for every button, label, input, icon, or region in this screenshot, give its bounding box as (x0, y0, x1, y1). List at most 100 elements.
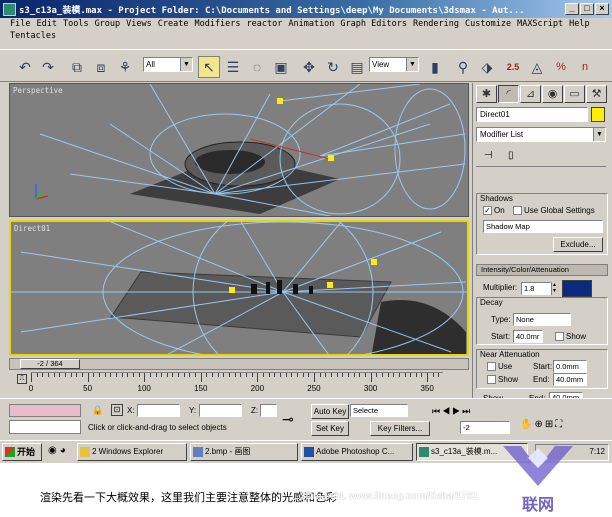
y-coord-field[interactable] (199, 404, 242, 417)
taskbar-item[interactable]: 2 Windows Explorer (77, 443, 187, 461)
rectangular-selection-icon[interactable]: ◌ (246, 56, 268, 78)
angle-snap-icon[interactable]: ◬ (526, 56, 548, 78)
perspective-viewport[interactable]: Perspective (9, 83, 469, 217)
start-button[interactable]: 开始 (2, 443, 42, 461)
show-end-result-icon[interactable]: ▯ (508, 150, 514, 161)
select-manipulate-icon[interactable]: ⚲ (452, 56, 474, 78)
scale-icon[interactable]: ▤ (346, 56, 368, 78)
near-start-field[interactable]: 0.0mm (553, 360, 587, 373)
hierarchy-tab-icon[interactable]: ⊿ (520, 85, 541, 103)
menu-item-group[interactable]: Group (95, 18, 121, 30)
rotate-icon[interactable]: ↻ (322, 56, 344, 78)
maximize-button[interactable]: □ (580, 3, 594, 15)
close-button[interactable]: × (595, 3, 609, 15)
perspective-scene (35, 84, 466, 216)
taskbar-item[interactable]: 2.bmp - 画图 (190, 443, 298, 461)
motion-tab-icon[interactable]: ◉ (542, 85, 563, 103)
near-end-field[interactable]: 40.0mm (553, 373, 587, 386)
perspective-viewport-label[interactable]: Perspective (13, 86, 63, 95)
time-slider[interactable]: -2 / 364 (9, 358, 469, 370)
modifier-list-dropdown[interactable]: Modifier List ▼ (476, 127, 606, 142)
menu-item-maxscript[interactable]: MAXScript (517, 18, 563, 30)
reference-coord-dropdown[interactable]: View ▼ (369, 57, 419, 72)
set-key-button[interactable]: Set Key (311, 421, 349, 436)
lock-selection-icon[interactable]: 🔒 (92, 405, 103, 416)
create-tab-icon[interactable]: ✱ (476, 85, 497, 103)
menu-item-tools[interactable]: Tools (63, 18, 89, 30)
light-color-swatch[interactable] (562, 280, 592, 297)
move-icon[interactable]: ✥ (298, 56, 320, 78)
quick-launch-icons[interactable]: ◉◕ (48, 445, 69, 456)
taskbar-item[interactable]: Adobe Photoshop C... (301, 443, 413, 461)
menu-item-animation[interactable]: Animation (288, 18, 334, 30)
shadows-on-label: On (494, 206, 505, 215)
menu-item-create[interactable]: Create (158, 18, 189, 30)
window-crossing-icon[interactable]: ▣ (270, 56, 292, 78)
menu-item-reactor[interactable]: reactor (247, 18, 283, 30)
use-global-settings-checkbox[interactable]: Use Global Settings (513, 206, 595, 216)
auto-key-button[interactable]: Auto Key (311, 404, 349, 419)
z-coord-field[interactable] (260, 404, 277, 417)
minimize-button[interactable]: _ (565, 3, 579, 15)
menu-item-help[interactable]: Help (569, 18, 589, 30)
shadow-type-dropdown[interactable]: Shadow Map (483, 220, 603, 233)
selection-set-dropdown[interactable]: Selecte (350, 404, 408, 417)
current-frame-field[interactable]: -2 (460, 421, 510, 434)
select-by-name-icon[interactable]: ☰ (222, 56, 244, 78)
exclude-button[interactable]: Exclude... (553, 237, 603, 252)
pivot-center-icon[interactable]: ▮ (424, 56, 446, 78)
taskbar-item-label: 2.bmp - 画图 (205, 447, 251, 456)
near-use-checkbox[interactable]: Use (487, 362, 512, 372)
x-coord-field[interactable] (137, 404, 180, 417)
light-viewport[interactable]: Direct01 (9, 220, 469, 356)
absolute-mode-icon[interactable]: ⊡ (111, 404, 123, 416)
select-object-icon[interactable]: ↖ (198, 56, 220, 78)
track-tick (229, 373, 231, 377)
redo-icon[interactable]: ↷ (37, 56, 59, 78)
decay-type-dropdown[interactable]: None (513, 313, 571, 326)
unlink-icon[interactable]: ⧈ (90, 56, 112, 78)
object-name-field[interactable]: Direct01 (476, 107, 588, 122)
menu-item-views[interactable]: Views (126, 18, 152, 30)
intensity-rollout-header[interactable]: Intensity/Color/Attenuation (476, 264, 608, 276)
light-viewport-label[interactable]: Direct01 (14, 224, 50, 233)
decay-show-checkbox[interactable]: Show (555, 332, 586, 342)
playback-controls[interactable]: ⏮◀▶⏭ (432, 406, 472, 417)
menu-item-rendering[interactable]: Rendering (413, 18, 459, 30)
decay-start-field[interactable]: 40.0mr (513, 330, 543, 343)
maxscript-listener-mini[interactable] (9, 404, 81, 417)
viewport-navigation-controls[interactable]: ✋⊕⊞⛶ (520, 419, 564, 430)
menu-item-tentacles[interactable]: Tentacles (10, 30, 56, 42)
menu-item-file[interactable]: File (10, 18, 30, 30)
undo-icon[interactable]: ↶ (14, 56, 36, 78)
multiplier-field[interactable]: 1.8 (521, 282, 551, 295)
select-and-link-icon[interactable]: ⧉ (66, 56, 88, 78)
selection-filter-dropdown[interactable]: All ▼ (143, 57, 193, 72)
menu-item-modifiers[interactable]: Modifiers (194, 18, 240, 30)
keyboard-shortcut-icon[interactable]: ⬗ (476, 56, 498, 78)
menu-item-edit[interactable]: Edit (36, 18, 56, 30)
track-bar[interactable]: ⎍ 0 50 100 150 200 250 300 350 (9, 372, 469, 394)
menu-item-graph-editors[interactable]: Graph Editors (340, 18, 407, 30)
mini-curve-editor-icon[interactable]: ⎍ (17, 374, 27, 384)
menu-item-customize[interactable]: Customize (465, 18, 511, 30)
near-show-checkbox[interactable]: Show (487, 375, 518, 385)
track-tick (149, 373, 151, 377)
object-color-swatch[interactable] (591, 107, 605, 122)
multiplier-spinner[interactable]: ▲ ▼ (551, 282, 557, 295)
percent-snap-icon[interactable]: % (550, 56, 572, 78)
track-tick-label: 350 (420, 384, 434, 393)
bind-space-warp-icon[interactable]: ⚘ (114, 56, 136, 78)
spinner-snap-icon[interactable]: n (574, 56, 596, 78)
time-slider-thumb[interactable]: -2 / 364 (20, 359, 80, 369)
track-tick (347, 373, 349, 377)
snaps-toggle-icon[interactable]: 2.5 (502, 56, 524, 78)
track-tick (381, 373, 383, 377)
shadows-on-checkbox[interactable]: ✓ On (483, 206, 505, 216)
track-tick (217, 373, 219, 377)
key-filters-button[interactable]: Key Filters... (370, 421, 430, 436)
display-tab-icon[interactable]: ▭ (564, 85, 585, 103)
pin-stack-icon[interactable]: ⊣ (484, 150, 493, 161)
modify-tab-icon[interactable]: ◜ (498, 85, 519, 103)
utilities-tab-icon[interactable]: ⚒ (586, 85, 607, 103)
